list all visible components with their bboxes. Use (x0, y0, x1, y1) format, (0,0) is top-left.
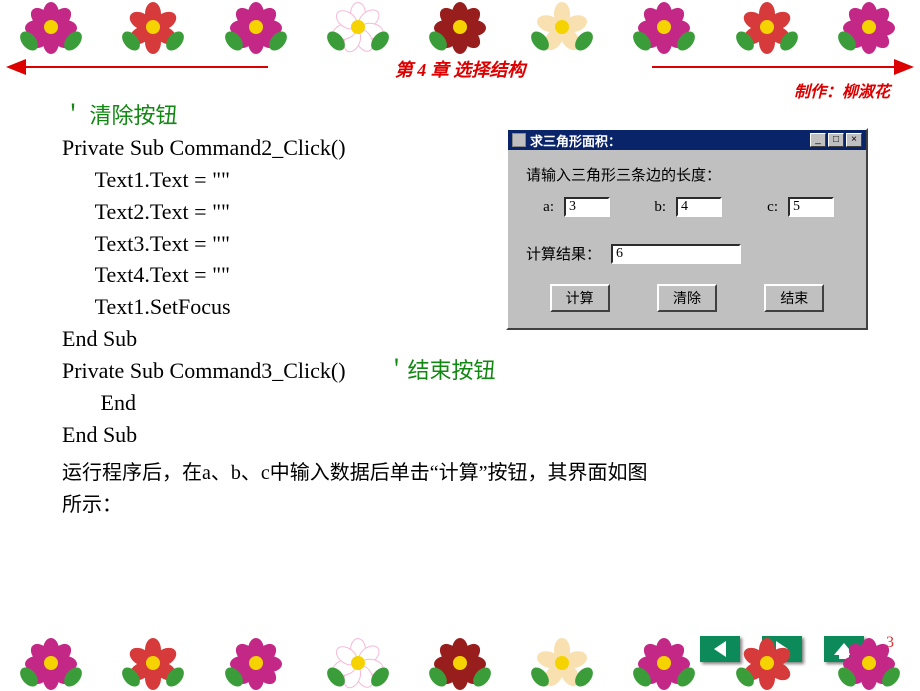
dialog-title: 求三角形面积： (530, 131, 808, 150)
arrow-left-icon (6, 59, 26, 75)
code-block-2-rest: End End Sub (62, 387, 862, 451)
decorative-flowers-top (0, 0, 920, 54)
end-button[interactable]: 结束 (764, 284, 824, 312)
label-c: c: (750, 199, 778, 216)
maximize-button[interactable]: □ (828, 133, 844, 147)
close-button[interactable]: × (846, 133, 862, 147)
arrow-right-icon (894, 59, 914, 75)
minimize-button[interactable]: _ (810, 133, 826, 147)
input-b[interactable] (676, 197, 722, 217)
code-comment-end: ＇结束按钮 (386, 355, 496, 387)
dialog-prompt: 请输入三角形三条边的长度： (526, 164, 848, 185)
decorative-flowers-bottom (0, 636, 920, 690)
input-result[interactable] (611, 244, 741, 264)
chapter-title: 第 4 章 选择结构 (395, 56, 526, 82)
label-a: a: (526, 199, 554, 216)
label-result: 计算结果： (526, 243, 601, 264)
calc-button[interactable]: 计算 (550, 284, 610, 312)
code-block-2-head: Private Sub Command3_Click() (62, 355, 346, 387)
input-c[interactable] (788, 197, 834, 217)
description-text: 运行程序后，在a、b、c中输入数据后单击“计算”按钮，其界面如图 所示： (62, 457, 862, 521)
label-b: b: (638, 199, 666, 216)
triangle-dialog: 求三角形面积： _ □ × 请输入三角形三条边的长度： a: b: c: 计算结… (506, 128, 868, 330)
dialog-titlebar: 求三角形面积： _ □ × (508, 130, 866, 150)
clear-button[interactable]: 清除 (657, 284, 717, 312)
chapter-header: 第 4 章 选择结构 (0, 56, 920, 82)
credit: 制作：柳淑花 (794, 78, 890, 102)
input-a[interactable] (564, 197, 610, 217)
app-icon (512, 133, 526, 147)
